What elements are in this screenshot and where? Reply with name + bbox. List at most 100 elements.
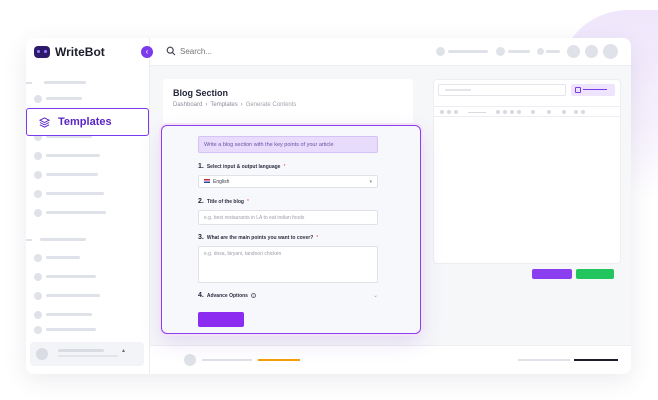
footer-link[interactable]	[202, 359, 252, 361]
font-select[interactable]	[468, 112, 486, 113]
blog-form: Write a blog section with the key points…	[161, 125, 421, 334]
question-number: 1.	[198, 163, 204, 170]
sidebar-placeholder	[44, 81, 86, 84]
advance-options-header: 4. Advance Options i	[198, 292, 256, 299]
required-mark: *	[316, 235, 319, 241]
user-menu[interactable]: ▴	[30, 342, 144, 366]
toolbar-icon[interactable]	[440, 110, 444, 114]
sidebar-item-icon	[34, 190, 42, 198]
toolbar-icon[interactable]	[581, 110, 585, 114]
generate-button[interactable]	[532, 269, 572, 279]
layers-icon	[39, 116, 50, 128]
sidebar-placeholder	[40, 238, 86, 241]
nav-icon[interactable]	[496, 47, 505, 56]
user-name-placeholder	[58, 349, 104, 352]
avatar[interactable]	[603, 44, 618, 59]
divider	[26, 239, 32, 241]
sidebar-item-icon	[34, 311, 42, 319]
breadcrumb-generate-contents: Generate Contents	[245, 102, 297, 108]
avatar	[36, 348, 48, 360]
sidebar-item-icon	[34, 326, 42, 334]
main-points-textarea[interactable]: e.g. dosa, biryani, tandoori chicken	[198, 246, 378, 283]
search[interactable]	[166, 46, 240, 56]
save-button[interactable]	[571, 84, 615, 96]
sidebar-item-icon	[34, 95, 42, 103]
toolbar-icon[interactable]	[562, 110, 566, 114]
language-value: English	[213, 178, 230, 185]
required-mark: *	[246, 199, 249, 205]
bottom-bar	[150, 345, 631, 374]
divider	[26, 82, 32, 84]
chevron-down-icon: ⌄	[372, 293, 378, 299]
toolbar-icon[interactable]	[454, 110, 458, 114]
notification-icon[interactable]	[567, 45, 580, 58]
toolbar-icon[interactable]	[447, 110, 451, 114]
generate-content-button[interactable]	[198, 312, 244, 327]
sidebar-item-label[interactable]	[46, 211, 106, 214]
page-title: Blog Section	[173, 88, 229, 98]
nav-placeholder	[508, 50, 530, 53]
toolbar-icon[interactable]	[496, 110, 500, 114]
breadcrumb-templates[interactable]: Templates	[210, 102, 237, 108]
question-number: 2.	[198, 198, 204, 205]
brand-name: WriteBot	[55, 45, 105, 59]
sidebar-item-templates-label: Templates	[58, 116, 112, 128]
sidebar-item-label[interactable]	[46, 97, 82, 100]
nav-icon[interactable]	[436, 47, 445, 56]
blog-title-input[interactable]: e.g. best restaurants in LA to eat india…	[198, 210, 378, 225]
sidebar-item-icon	[34, 254, 42, 262]
template-description: Write a blog section with the key points…	[198, 136, 378, 153]
sidebar-item-icon	[34, 273, 42, 281]
sidebar-item-label[interactable]	[46, 192, 104, 195]
sidebar-item-templates[interactable]: Templates	[26, 108, 149, 136]
sidebar-item-icon	[34, 209, 42, 217]
nav-icon[interactable]	[537, 48, 544, 55]
toolbar-icon[interactable]	[547, 110, 551, 114]
chevron-right-icon: ›	[240, 102, 243, 108]
sidebar-item-label[interactable]	[46, 275, 96, 278]
editor-card	[433, 79, 621, 264]
sidebar: WriteBot ▴	[26, 38, 150, 374]
brand-logo	[34, 46, 50, 58]
sidebar-item-icon	[34, 171, 42, 179]
sidebar-item-label[interactable]	[46, 173, 98, 176]
top-bar	[150, 38, 631, 66]
nav-placeholder	[448, 50, 488, 53]
breadcrumb-dashboard[interactable]: Dashboard	[173, 102, 202, 108]
breadcrumb: Dashboard › Templates › Generate Content…	[173, 102, 296, 108]
toolbar-icon[interactable]	[531, 110, 535, 114]
info-icon[interactable]: i	[250, 293, 256, 298]
editor-toolbar	[434, 106, 620, 117]
search-icon	[166, 46, 176, 56]
toolbar-icon[interactable]	[510, 110, 514, 114]
footer-link[interactable]	[518, 359, 570, 361]
sidebar-item-label[interactable]	[46, 256, 80, 259]
question-number: 4.	[198, 292, 204, 299]
toolbar-icon[interactable]	[517, 110, 521, 114]
settings-icon[interactable]	[585, 45, 598, 58]
document-name-input[interactable]	[438, 84, 566, 96]
required-mark: *	[283, 164, 286, 170]
question-3: 3. What are the main points you want to …	[198, 234, 318, 241]
question-label: What are the main points you want to cov…	[206, 235, 314, 241]
advance-options-toggle[interactable]: 4. Advance Options i ⌄	[198, 292, 378, 299]
language-select[interactable]: English ▾	[198, 175, 378, 188]
flag-icon	[204, 179, 210, 184]
sidebar-item-icon	[34, 152, 42, 160]
toolbar-icon[interactable]	[574, 110, 578, 114]
sidebar-item-label[interactable]	[46, 313, 92, 316]
search-input[interactable]	[180, 46, 240, 56]
sidebar-item-label[interactable]	[46, 328, 96, 331]
chevron-up-icon: ▴	[122, 348, 126, 354]
collapse-sidebar-button[interactable]: ‹	[141, 46, 153, 58]
footer-link-active[interactable]	[258, 359, 300, 361]
toolbar-icon[interactable]	[503, 110, 507, 114]
sidebar-item-label[interactable]	[46, 294, 100, 297]
language-value-wrap: English	[204, 179, 229, 185]
sidebar-item-label[interactable]	[46, 154, 100, 157]
publish-button[interactable]	[576, 269, 614, 279]
chevron-right-icon: ›	[205, 102, 208, 108]
footer-link[interactable]	[574, 359, 618, 361]
question-2: 2. Title of the blog *	[198, 198, 249, 205]
nav-placeholder	[546, 50, 560, 53]
